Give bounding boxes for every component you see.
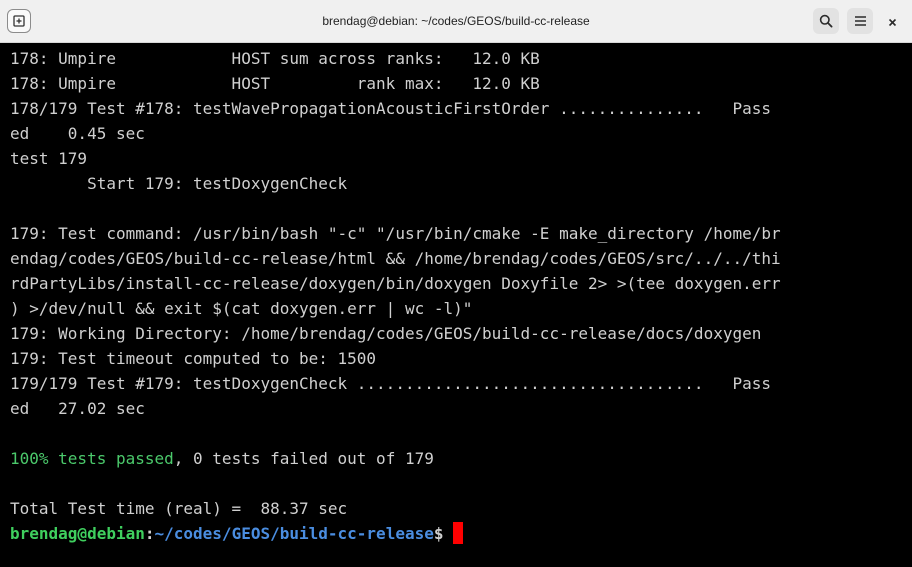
terminal-line: 178: Umpire HOST rank max: 12.0 KB xyxy=(10,74,540,93)
terminal-line: Start 179: testDoxygenCheck xyxy=(10,174,348,193)
terminal-line: endag/codes/GEOS/build-cc-release/html &… xyxy=(10,249,781,268)
terminal-line: ed 0.45 sec xyxy=(10,124,145,143)
terminal-line: 179: Test timeout computed to be: 1500 xyxy=(10,349,377,368)
terminal-window: brendag@debian: ~/codes/GEOS/build-cc-re… xyxy=(0,0,912,567)
menu-button[interactable] xyxy=(847,8,873,34)
text-cursor xyxy=(453,522,464,544)
close-button[interactable] xyxy=(882,12,902,32)
search-icon xyxy=(819,14,833,28)
terminal-line: 179/179 Test #179: testDoxygenCheck ....… xyxy=(10,374,771,393)
shell-prompt[interactable]: brendag@debian:~/codes/GEOS/build-cc-rel… xyxy=(10,521,912,546)
prompt-path: ~/codes/GEOS/build-cc-release xyxy=(154,524,434,543)
tests-failed-text: , 0 tests failed out of 179 xyxy=(173,449,434,468)
prompt-user-host: brendag@debian xyxy=(10,524,145,543)
test-summary-line: 100% tests passed, 0 tests failed out of… xyxy=(10,446,912,471)
terminal-line: rdPartyLibs/install-cc-release/doxygen/b… xyxy=(10,274,781,293)
terminal-line: 179: Working Directory: /home/brendag/co… xyxy=(10,324,762,343)
new-tab-button[interactable] xyxy=(7,9,31,33)
terminal-line: 179: Test command: /usr/bin/bash "-c" "/… xyxy=(10,224,781,243)
terminal-line: ed 27.02 sec xyxy=(10,399,145,418)
prompt-symbol: $ xyxy=(433,524,454,543)
terminal-line: 178: Umpire HOST sum across ranks: 12.0 … xyxy=(10,49,540,68)
terminal-line: test 179 xyxy=(10,149,88,168)
terminal-line: ) >/dev/null && exit $(cat doxygen.err |… xyxy=(10,299,473,318)
terminal-line: 178/179 Test #178: testWavePropagationAc… xyxy=(10,99,771,118)
title-bar: brendag@debian: ~/codes/GEOS/build-cc-re… xyxy=(0,0,912,43)
search-button[interactable] xyxy=(813,8,839,34)
prompt-colon: : xyxy=(144,524,155,543)
close-icon xyxy=(888,18,896,26)
tests-passed-text: 100% tests passed xyxy=(10,449,174,468)
new-tab-icon xyxy=(13,15,25,27)
hamburger-menu-icon xyxy=(854,16,866,26)
total-time-line: Total Test time (real) = 88.37 sec xyxy=(10,499,348,518)
terminal-output[interactable]: 178: Umpire HOST sum across ranks: 12.0 … xyxy=(0,43,912,567)
window-title: brendag@debian: ~/codes/GEOS/build-cc-re… xyxy=(322,14,590,28)
